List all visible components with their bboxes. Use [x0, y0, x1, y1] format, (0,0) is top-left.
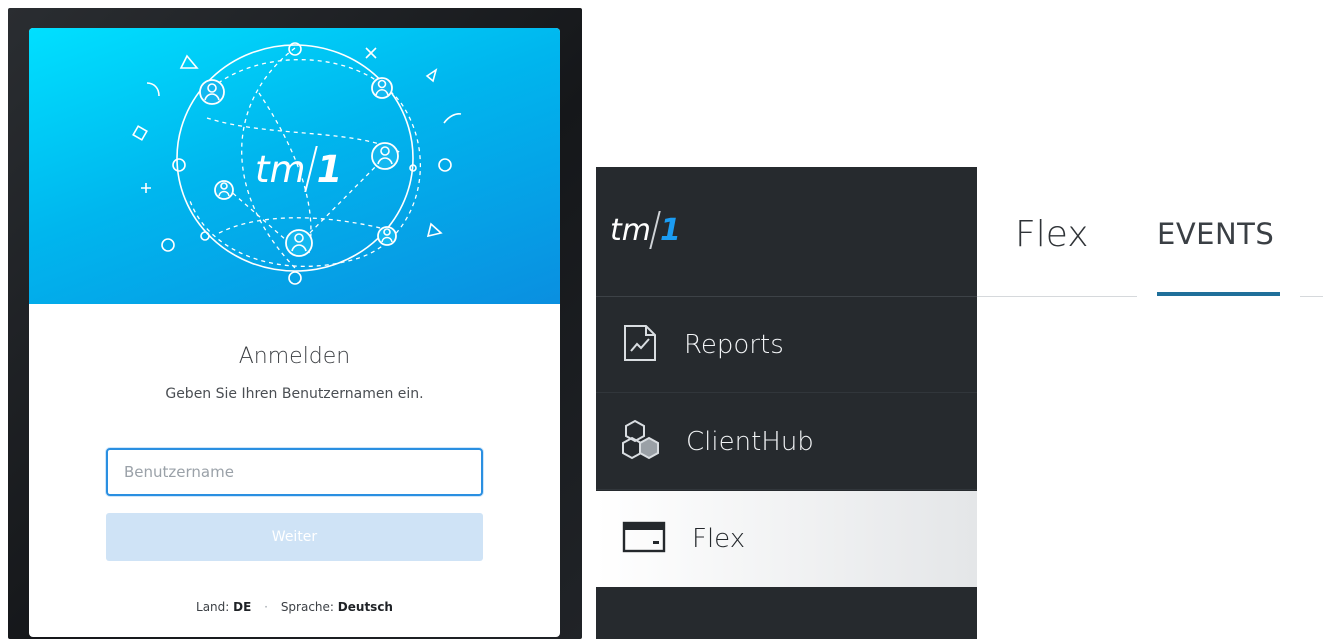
- sidebar-logo[interactable]: tm 1: [610, 211, 681, 249]
- country-value[interactable]: DE: [233, 600, 251, 614]
- next-button[interactable]: Weiter: [106, 513, 483, 561]
- login-card: tm 1 Anmelden Geben Sie Ihren Benutzerna…: [29, 28, 560, 637]
- sidebar-item-label: ClientHub: [686, 426, 814, 457]
- sidebar-logo-one: 1: [660, 212, 681, 248]
- sidebar-item-label: Reports: [684, 329, 784, 360]
- hero-banner: tm 1: [29, 28, 560, 304]
- header-divider: [977, 296, 1137, 297]
- header-divider: [1300, 296, 1323, 297]
- page-title: Flex: [1015, 214, 1089, 255]
- sidebar-item-clienthub[interactable]: ClientHub: [596, 394, 977, 490]
- username-input[interactable]: [106, 448, 483, 496]
- logo-slash: [303, 146, 318, 192]
- sidebar-logo-tm: tm: [610, 212, 651, 248]
- footer-separator: ·: [264, 600, 268, 614]
- sidebar-item-flex[interactable]: Flex: [596, 491, 977, 587]
- login-title: Anmelden: [238, 344, 351, 369]
- active-tab-indicator: [1157, 292, 1280, 296]
- language-value[interactable]: Deutsch: [338, 600, 393, 614]
- report-chart-icon: [622, 323, 658, 367]
- logo-one-text: 1: [316, 147, 343, 191]
- sidebar-item-reports[interactable]: Reports: [596, 297, 977, 393]
- logo-tm-text: tm: [255, 147, 306, 191]
- login-subtitle: Geben Sie Ihren Benutzernamen ein.: [165, 386, 424, 402]
- credit-card-icon: [622, 520, 666, 558]
- locale-footer: Land: DE · Sprache: Deutsch: [29, 600, 560, 614]
- sidebar: tm 1 Reports ClientHub Flex: [596, 167, 977, 639]
- cubes-icon: [622, 418, 660, 466]
- sidebar-item-label: Flex: [692, 524, 746, 554]
- tm1-logo: tm 1: [255, 146, 342, 192]
- tab-events[interactable]: EVENTS: [1157, 217, 1274, 251]
- language-label: Sprache:: [280, 600, 334, 614]
- country-label: Land:: [196, 600, 230, 614]
